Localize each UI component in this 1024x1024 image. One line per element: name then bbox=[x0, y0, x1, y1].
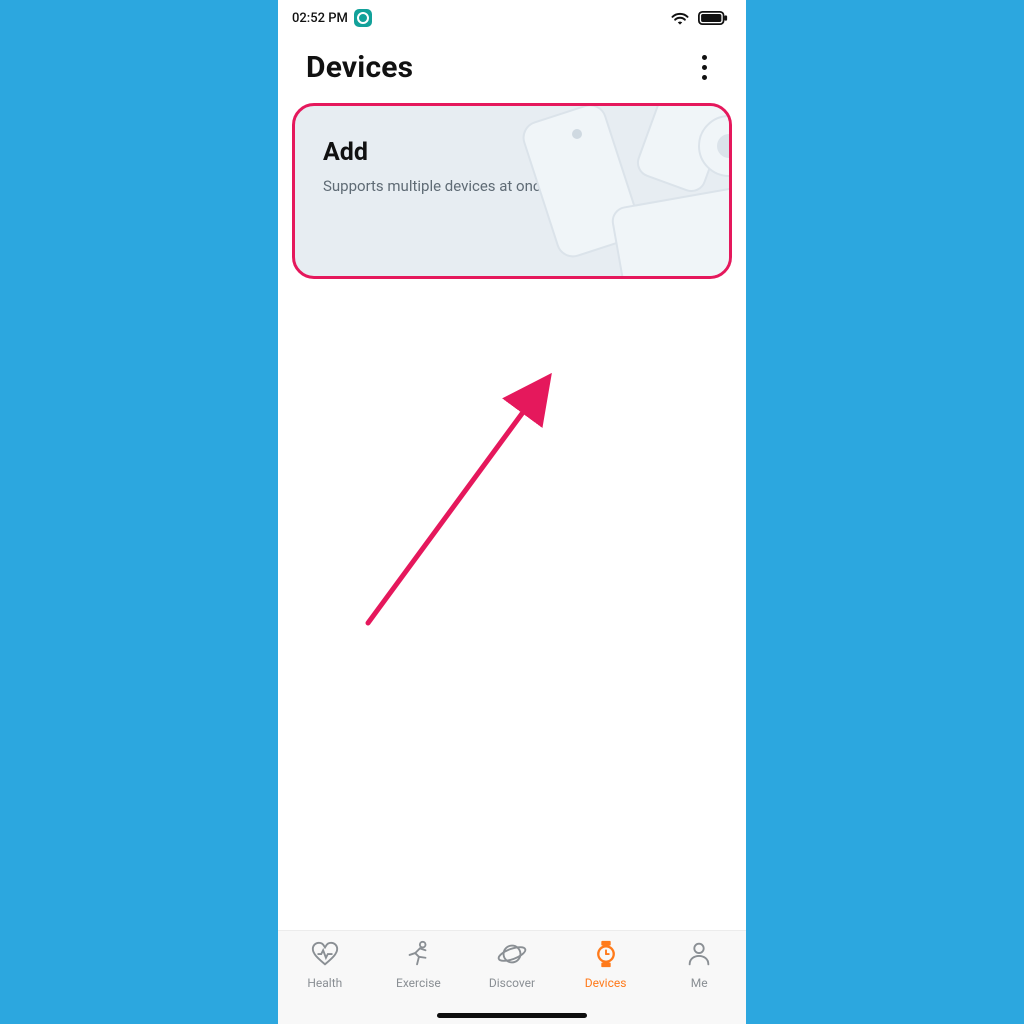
add-card-title: Add bbox=[323, 138, 701, 167]
planet-icon bbox=[497, 939, 527, 972]
status-app-badge-icon bbox=[354, 9, 372, 27]
nav-label: Me bbox=[691, 976, 708, 990]
more-menu-button[interactable] bbox=[688, 52, 720, 84]
status-bar: 02:52 PM bbox=[278, 0, 746, 36]
wifi-icon bbox=[670, 10, 690, 26]
home-indicator[interactable] bbox=[437, 1013, 587, 1018]
watch-icon bbox=[591, 939, 621, 972]
nav-label: Exercise bbox=[396, 976, 441, 990]
battery-icon bbox=[698, 10, 728, 26]
nav-discover[interactable]: Discover bbox=[465, 939, 559, 990]
heart-icon bbox=[310, 939, 340, 972]
annotation-arrow-icon bbox=[348, 373, 568, 633]
nav-label: Discover bbox=[489, 976, 535, 990]
add-card-subtitle: Supports multiple devices at once. bbox=[323, 177, 701, 195]
nav-exercise[interactable]: Exercise bbox=[372, 939, 466, 990]
more-vertical-icon bbox=[702, 55, 707, 80]
status-time: 02:52 PM bbox=[292, 11, 348, 26]
phone-frame: 02:52 PM Devices bbox=[278, 0, 746, 1024]
running-icon bbox=[403, 939, 433, 972]
status-right bbox=[670, 10, 728, 26]
nav-label: Health bbox=[307, 976, 342, 990]
page-title: Devices bbox=[306, 50, 413, 85]
person-icon bbox=[684, 939, 714, 972]
nav-label: Devices bbox=[585, 976, 627, 990]
bottom-nav: Health Exercise Discover bbox=[278, 930, 746, 1024]
content-area: Add Supports multiple devices at once. bbox=[278, 103, 746, 930]
nav-me[interactable]: Me bbox=[652, 939, 746, 990]
page-header: Devices bbox=[278, 36, 746, 103]
add-device-card[interactable]: Add Supports multiple devices at once. bbox=[292, 103, 732, 279]
nav-devices[interactable]: Devices bbox=[559, 939, 653, 990]
status-left: 02:52 PM bbox=[292, 9, 372, 27]
nav-health[interactable]: Health bbox=[278, 939, 372, 990]
